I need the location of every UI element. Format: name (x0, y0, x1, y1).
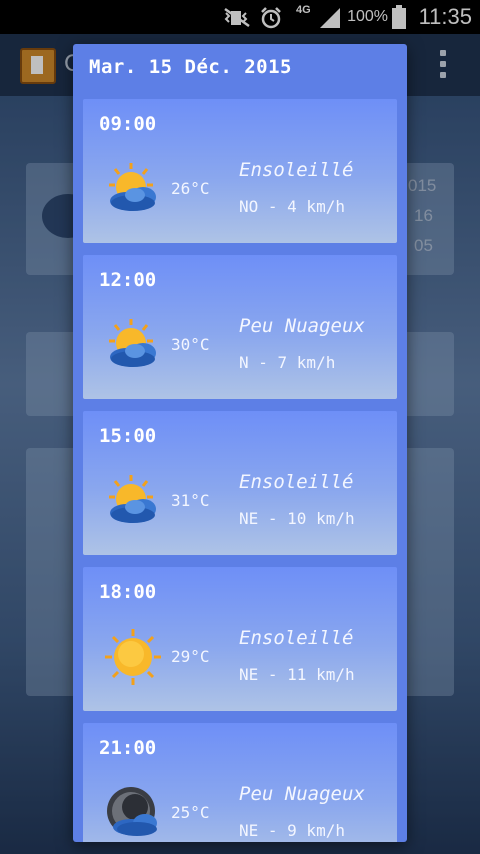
forecast-item[interactable]: 15:00 31°C Ensoleillé NE - 10 km/h (83, 411, 397, 555)
forecast-condition: Peu Nuageux (239, 315, 365, 337)
night-cloud-icon (107, 787, 157, 836)
forecast-wind: NE - 10 km/h (239, 509, 355, 528)
forecast-condition: Ensoleillé (239, 471, 354, 493)
forecast-item[interactable]: 18:00 29°C Ensoleillé NE - 11 km/h (83, 567, 397, 711)
hourly-forecast-dialog: Mar. 15 Déc. 2015 09:00 26°C Ensoleillé … (73, 44, 407, 842)
forecast-condition: Peu Nuageux (239, 783, 365, 805)
forecast-condition: Ensoleillé (239, 627, 354, 649)
forecast-wind: NE - 11 km/h (239, 665, 355, 684)
forecast-time: 18:00 (99, 581, 157, 603)
forecast-condition: Ensoleillé (239, 159, 354, 181)
forecast-time: 21:00 (99, 737, 157, 759)
forecast-date: Mar. 15 Déc. 2015 (89, 56, 292, 78)
forecast-wind: NE - 9 km/h (239, 821, 345, 840)
forecast-item[interactable]: 21:00 25°C Peu Nuageux NE - 9 km/h (83, 723, 397, 842)
forecast-time: 12:00 (99, 269, 157, 291)
forecast-temperature: 29°C (171, 647, 210, 666)
forecast-item[interactable]: 12:00 30°C Peu Nuageux N - 7 km/h (83, 255, 397, 399)
forecast-item[interactable]: 09:00 26°C Ensoleillé NO - 4 km/h (83, 99, 397, 243)
forecast-temperature: 25°C (171, 803, 210, 822)
forecast-temperature: 30°C (171, 335, 210, 354)
forecast-wind: NO - 4 km/h (239, 197, 345, 216)
sun-behind-cloud-icon (109, 475, 156, 523)
forecast-time: 09:00 (99, 113, 157, 135)
sun-icon (105, 629, 161, 685)
forecast-temperature: 26°C (171, 179, 210, 198)
sun-behind-cloud-icon (109, 319, 156, 367)
forecast-time: 15:00 (99, 425, 157, 447)
forecast-temperature: 31°C (171, 491, 210, 510)
sun-behind-cloud-icon (109, 163, 156, 211)
forecast-wind: N - 7 km/h (239, 353, 336, 372)
